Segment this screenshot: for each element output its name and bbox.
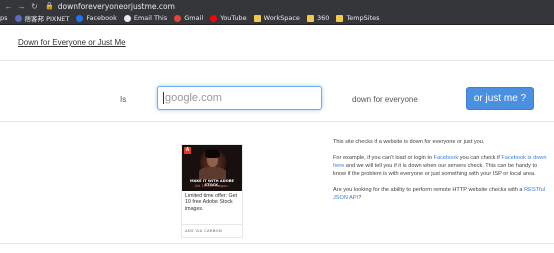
bookmark-label: Facebook — [86, 14, 117, 22]
page-content: Down for Everyone or Just Me Is google.c… — [0, 25, 554, 253]
description-example-text-2: you can check if — [458, 155, 502, 161]
carbon-ad[interactable]: A MAKE IT WITH ADOBE STOCK. Get 10 free … — [181, 144, 243, 238]
description-api-text-1: Are you looking for the ability to perfo… — [333, 187, 525, 193]
folder-icon — [336, 14, 344, 22]
youtube-icon — [210, 14, 218, 22]
bookmark-pixnet[interactable]: 痞客邦 PIXNET — [14, 13, 70, 23]
down-for-everyone-label: down for everyone — [352, 95, 418, 104]
facebook-link[interactable]: Facebook — [434, 155, 459, 161]
description-api-text-2: ? — [358, 194, 362, 201]
gmail-icon — [174, 14, 182, 22]
url-text[interactable]: downforeveryoneorjustme.com — [58, 2, 175, 11]
section-divider — [0, 121, 554, 122]
ad-text[interactable]: Limited time offer: Get 10 free Adobe St… — [185, 193, 241, 212]
bookmark-label: YouTube — [220, 14, 247, 22]
bookmark-label: ps — [0, 14, 8, 22]
facebook-icon — [76, 14, 84, 22]
bookmark-youtube[interactable]: YouTube — [210, 14, 247, 22]
bookmark-label: TempSites — [346, 14, 380, 22]
site-title-link[interactable]: Down for Everyone or Just Me — [18, 38, 126, 47]
check-button[interactable]: or just me ? — [466, 87, 534, 110]
reload-icon[interactable]: ↻ — [30, 2, 39, 11]
description-example-text-3: and we will tell you if it is down when … — [333, 162, 538, 177]
bookmark-label: 360 — [316, 14, 330, 22]
bookmark-email-this[interactable]: Email This — [123, 14, 168, 22]
description-intro: This site checks if a website is down fo… — [333, 139, 485, 145]
domain-input-placeholder: google.com — [165, 92, 222, 104]
description-example-text-1: For example, if you can't load or login … — [333, 155, 434, 161]
pixnet-icon — [14, 14, 22, 22]
bookmark-label: Gmail — [184, 14, 204, 22]
footer-divider — [0, 243, 554, 244]
bookmark-tempsites[interactable]: TempSites — [336, 14, 380, 22]
bookmark-gmail[interactable]: Gmail — [174, 14, 203, 22]
description-api: Are you looking for the ability to perfo… — [333, 187, 548, 203]
folder-icon — [253, 14, 261, 22]
ad-image-hair — [205, 149, 220, 158]
domain-input[interactable]: google.com — [157, 86, 322, 110]
ad-image-figure — [199, 167, 226, 179]
bookmark-ps[interactable]: ps — [0, 14, 8, 22]
ad-divider — [182, 224, 242, 225]
adobe-logo-icon: A — [184, 147, 191, 154]
bookmark-label: Email This — [133, 14, 168, 22]
bookmark-label: WorkSpace — [263, 14, 300, 22]
bookmark-facebook[interactable]: Facebook — [76, 14, 117, 22]
back-icon[interactable]: ← — [4, 2, 13, 11]
email-this-icon — [123, 14, 131, 22]
forward-icon[interactable]: → — [17, 2, 26, 11]
folder-icon — [306, 14, 314, 22]
header-divider — [0, 60, 554, 61]
bookmark-workspace[interactable]: WorkSpace — [253, 14, 300, 22]
ads-via-carbon-link[interactable]: ADS VIA CARBON — [185, 228, 222, 233]
address-bar: ← → ↻ 🔒 downforeveryoneorjustme.com — [0, 0, 554, 12]
description-example: For example, if you can't load or login … — [333, 155, 548, 178]
bookmarks-bar: ps 痞客邦 PIXNET Facebook Email This Gmail YouTu… — [0, 12, 554, 25]
bookmark-360[interactable]: 360 — [306, 14, 330, 22]
ad-image[interactable]: A MAKE IT WITH ADOBE STOCK. Get 10 free … — [182, 145, 242, 191]
is-label: Is — [120, 95, 127, 104]
text-caret — [163, 92, 164, 105]
ad-image-cta: Get 10 free images › — [194, 184, 230, 188]
lock-icon[interactable]: 🔒 — [45, 2, 54, 10]
bookmark-label: 痞客邦 PIXNET — [24, 15, 70, 23]
